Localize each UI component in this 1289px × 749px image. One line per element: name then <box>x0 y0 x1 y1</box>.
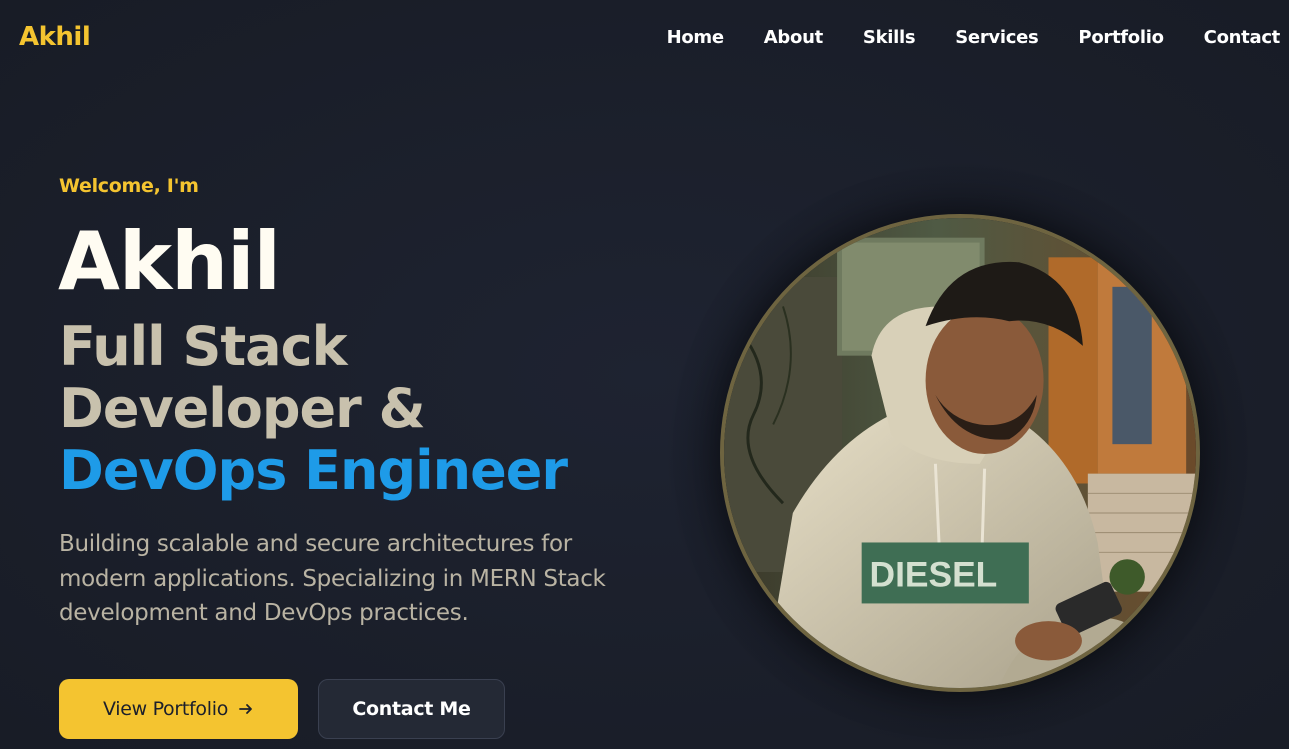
role-line-2: Developer & <box>59 377 426 440</box>
hero-greeting: Welcome, I'm <box>59 175 199 197</box>
contact-me-label: Contact Me <box>352 698 471 720</box>
role-highlight: DevOps Engineer <box>59 439 568 502</box>
hero-name: Akhil <box>58 215 281 308</box>
hoodie-print-text: DIESEL <box>870 556 998 595</box>
contact-me-button[interactable]: Contact Me <box>318 679 505 739</box>
nav-item-home[interactable]: Home <box>667 27 725 48</box>
nav-item-contact[interactable]: Contact <box>1204 27 1281 48</box>
nav-item-services[interactable]: Services <box>955 27 1038 48</box>
nav-item-about[interactable]: About <box>764 27 823 48</box>
hero-description: Building scalable and secure architectur… <box>59 531 606 626</box>
page: Akhil Home About Skills Services Portfol… <box>0 0 1289 749</box>
view-portfolio-button[interactable]: View Portfolio <box>59 679 298 739</box>
profile-photo: DIESEL <box>720 214 1200 692</box>
arrow-right-icon <box>239 704 252 714</box>
logo[interactable]: Akhil <box>19 22 91 52</box>
role-line-1: Full Stack <box>59 315 348 378</box>
hero-role: Full Stack Developer & DevOps Engineer <box>59 316 619 502</box>
nav-item-skills[interactable]: Skills <box>863 27 916 48</box>
main-nav: Home About Skills Services Portfolio Con… <box>627 27 1281 48</box>
nav-item-portfolio[interactable]: Portfolio <box>1078 27 1164 48</box>
view-portfolio-label: View Portfolio <box>102 698 229 720</box>
